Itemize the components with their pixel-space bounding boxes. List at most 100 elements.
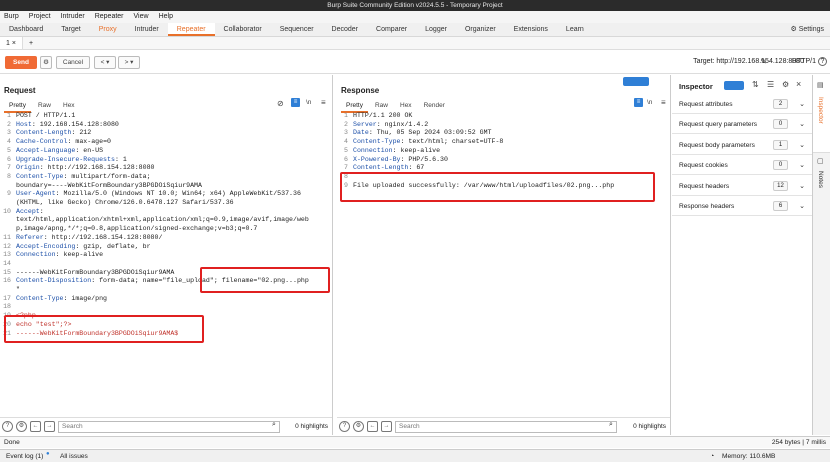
inspector-row[interactable]: Response headers 6 ⌄ <box>672 197 812 216</box>
status-bar: Done 254 bytes | 7 millis <box>0 436 830 448</box>
code-line: Connection: keep-alive <box>16 251 104 259</box>
settings-icon[interactable]: ⚙ <box>16 421 27 432</box>
help-icon[interactable]: ? <box>339 421 350 432</box>
wrap-icon[interactable]: ≡ <box>291 98 300 107</box>
event-log-link[interactable]: Event log (1) <box>6 450 43 463</box>
arrow-left-icon[interactable]: ← <box>30 421 41 432</box>
tab-target[interactable]: Target <box>52 23 89 36</box>
inspector-row-count: 1 <box>773 139 788 150</box>
request-highlights: 0 highlights <box>295 423 328 430</box>
arrow-right-icon[interactable]: → <box>381 421 392 432</box>
menu-project[interactable]: Project <box>29 11 51 23</box>
tab-dashboard[interactable]: Dashboard <box>0 23 52 36</box>
settings-button[interactable]: ⚙ Settings <box>790 23 824 37</box>
request-pane: Request Pretty Raw Hex ⊘ ≡ \n ≡ 1 POST / … <box>0 75 333 435</box>
chevron-down-icon[interactable]: ⌄ <box>799 156 805 175</box>
code-line: Connection: keep-alive <box>353 146 441 154</box>
tab-collaborator[interactable]: Collaborator <box>215 23 271 36</box>
response-stats: 254 bytes | 7 millis <box>771 439 826 446</box>
arrow-right-icon[interactable]: → <box>44 421 55 432</box>
settings-gear-icon[interactable]: ⚙ <box>40 56 52 69</box>
code-line: Accept-Language: en-US <box>16 146 104 154</box>
help-icon[interactable]: ? <box>2 421 13 432</box>
tab-learn[interactable]: Learn <box>557 23 593 36</box>
forward-button[interactable]: > ▾ <box>118 56 140 69</box>
back-button[interactable]: < ▾ <box>94 56 116 69</box>
help-icon[interactable]: ? <box>818 57 827 66</box>
inspector-row[interactable]: Request query parameters 0 ⌄ <box>672 115 812 135</box>
menu-view[interactable]: View <box>134 11 149 23</box>
notes-side-tab[interactable]: ▢ Notes <box>813 153 830 203</box>
inspector-side-label: Inspector <box>817 97 824 124</box>
inspector-row[interactable]: Request headers 12 ⌄ <box>672 177 812 196</box>
add-tab-button[interactable]: + <box>23 37 39 49</box>
tab-repeater[interactable]: Repeater <box>167 23 215 36</box>
line-number: 2 <box>344 120 348 128</box>
inspector-row[interactable]: Request attributes 2 ⌄ <box>672 95 812 114</box>
tab-intruder[interactable]: Intruder <box>126 23 168 36</box>
chevron-down-icon[interactable]: ⌄ <box>799 95 805 114</box>
tab-logger[interactable]: Logger <box>416 23 456 36</box>
line-number: 10 <box>3 207 11 215</box>
line-number: 6 <box>344 155 348 163</box>
tab-sequencer[interactable]: Sequencer <box>271 23 323 36</box>
line-number: 4 <box>344 138 348 146</box>
layout-toggle-icon[interactable] <box>724 81 744 90</box>
menu-intruder[interactable]: Intruder <box>61 11 85 23</box>
hide-icon[interactable]: ⊘ <box>277 99 284 108</box>
settings-icon[interactable]: ⚙ <box>353 421 364 432</box>
response-tab-render[interactable]: Render <box>419 100 450 113</box>
edit-target-icon[interactable]: ✎ <box>760 57 767 66</box>
tab-organizer[interactable]: Organizer <box>456 23 505 36</box>
chevron-down-icon[interactable]: ⌄ <box>799 115 805 134</box>
tab-proxy[interactable]: Proxy <box>90 23 126 36</box>
inspector-row[interactable]: Request body parameters 1 ⌄ <box>672 136 812 155</box>
tab-decoder[interactable]: Decoder <box>323 23 367 36</box>
send-button[interactable]: Send <box>5 56 37 69</box>
code-line: User-Agent: Mozilla/5.0 (Windows NT 10.0… <box>16 190 301 198</box>
bottom-bar: Event log (1) ● All issues ◔ Memory: 110… <box>0 449 830 462</box>
response-search-bar: ? ⚙ ← → Search ⌕ 0 highlights <box>337 417 670 435</box>
cancel-button[interactable]: Cancel <box>56 56 90 69</box>
tab-extensions[interactable]: Extensions <box>505 23 557 36</box>
code-line: Referer: http://192.168.154.128:8080/ <box>16 233 163 241</box>
menu-repeater[interactable]: Repeater <box>95 11 124 23</box>
search-icon[interactable]: ⌕ <box>272 421 276 429</box>
memory-usage: Memory: 110.6MB <box>722 453 776 460</box>
code-line: Origin: http://192.168.154.128:8080 <box>16 164 155 172</box>
chevron-down-icon[interactable]: ⌄ <box>799 136 805 155</box>
menu-icon[interactable]: ≡ <box>661 98 666 107</box>
chevron-down-icon[interactable]: ⌄ <box>799 177 805 196</box>
newline-icon[interactable]: \n <box>306 99 311 106</box>
line-number: 3 <box>344 129 348 137</box>
highlight-upload-result <box>340 172 655 202</box>
layout-toggle-icon[interactable] <box>623 77 649 86</box>
inspector-row-label: Response headers <box>679 203 735 210</box>
tab-comparer[interactable]: Comparer <box>367 23 416 36</box>
filter-icon[interactable]: ☰ <box>767 80 774 89</box>
repeater-tab-1[interactable]: 1 × <box>0 37 23 49</box>
close-icon[interactable]: × <box>796 79 801 89</box>
chevron-down-icon[interactable]: ⌄ <box>799 197 805 216</box>
request-title: Request <box>4 86 36 95</box>
line-number: 7 <box>7 164 11 172</box>
search-icon[interactable]: ⌕ <box>609 421 613 429</box>
all-issues-link[interactable]: All issues <box>60 450 88 463</box>
menu-help[interactable]: Help <box>159 11 173 23</box>
inspector-side-tab[interactable]: ▤ Inspector <box>813 75 830 153</box>
response-search-input[interactable]: Search <box>395 421 617 433</box>
http-version[interactable]: HTTP/1 <box>792 58 816 65</box>
request-search-input[interactable]: Search <box>58 421 280 433</box>
sort-icon[interactable]: ⇅ <box>752 80 759 89</box>
code-line: ------WebKitFormBoundary3BPGDOiSqiur9AMA <box>16 268 175 276</box>
inspector-row-count: 0 <box>773 119 788 130</box>
gear-icon[interactable]: ⚙ <box>782 80 789 89</box>
menu-burp[interactable]: Burp <box>4 11 19 23</box>
inspector-row[interactable]: Request cookies 0 ⌄ <box>672 156 812 176</box>
menu-bar: Burp Project Intruder Repeater View Help <box>0 11 830 23</box>
code-line: Accept-Encoding: gzip, deflate, br <box>16 242 151 250</box>
wrap-icon[interactable]: ≡ <box>634 98 643 107</box>
newline-icon[interactable]: \n <box>647 99 652 106</box>
arrow-left-icon[interactable]: ← <box>367 421 378 432</box>
menu-icon[interactable]: ≡ <box>321 98 326 107</box>
